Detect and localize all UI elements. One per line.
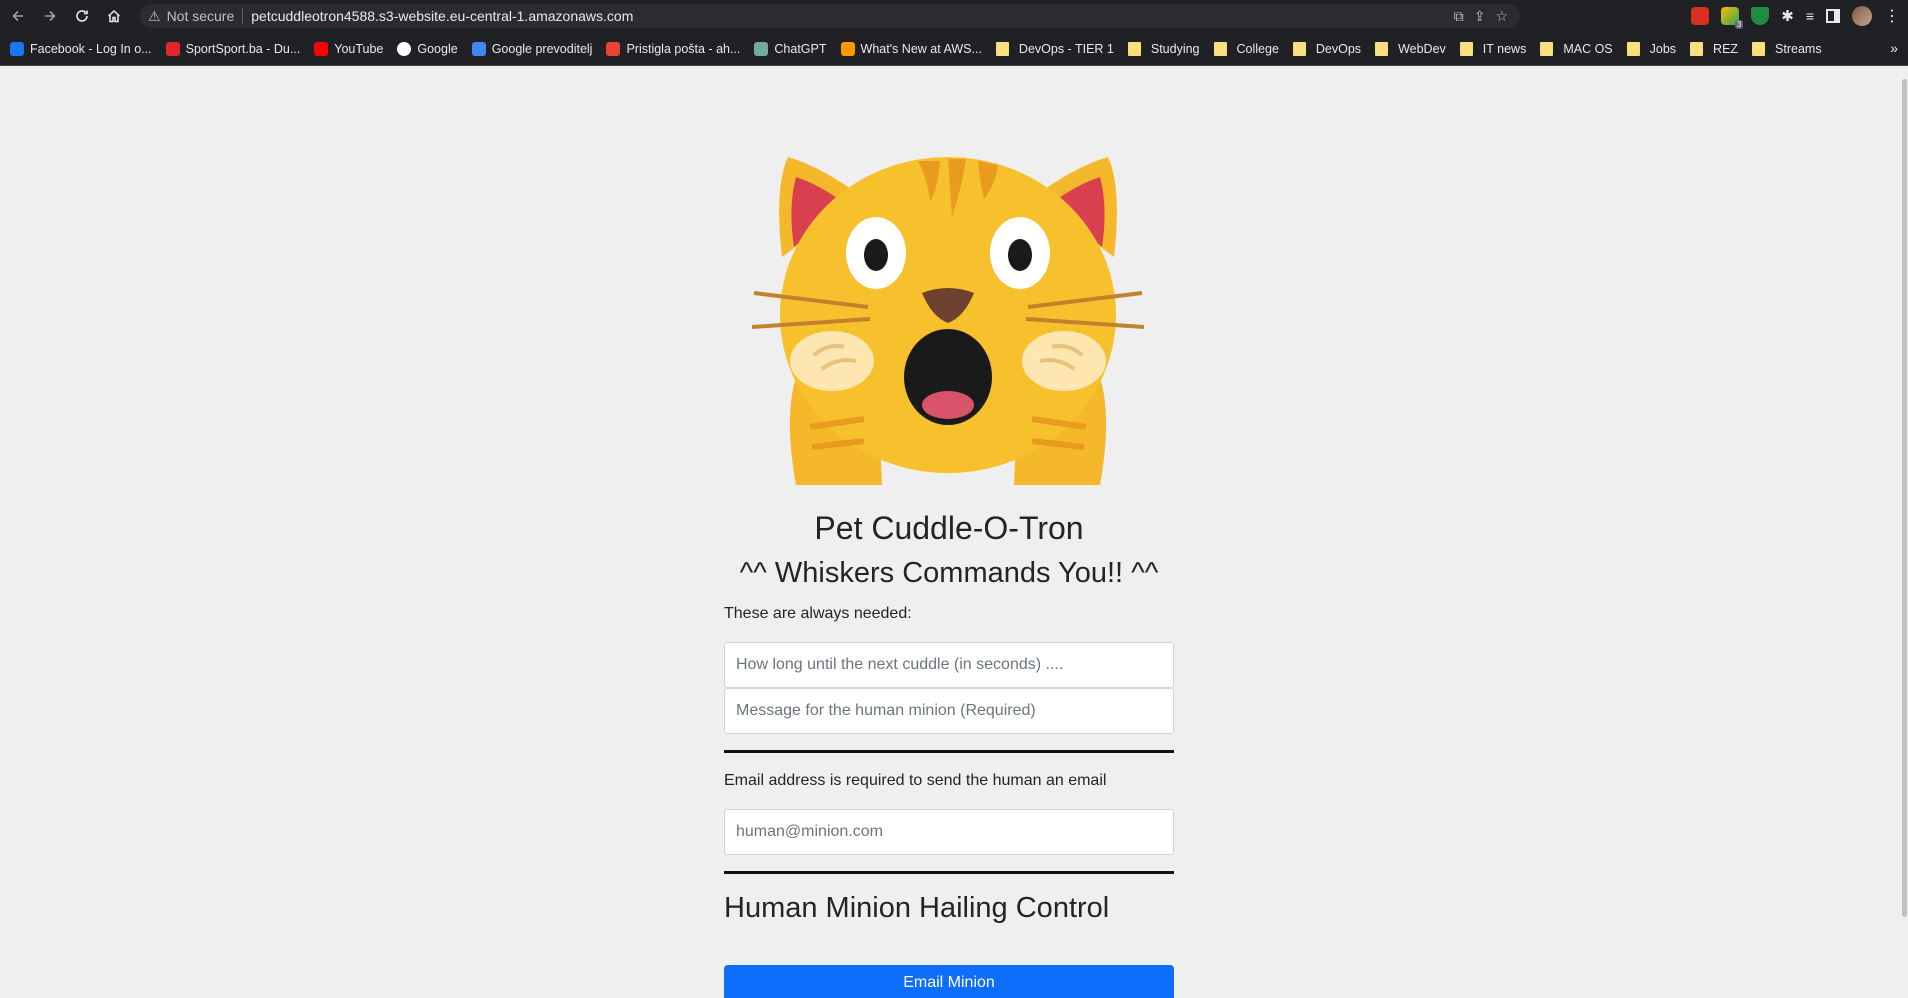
scrollbar-thumb[interactable]: [1902, 79, 1907, 917]
bookmark-item[interactable]: College: [1213, 41, 1279, 56]
bookmark-item[interactable]: Pristigla pošta - ah...: [606, 41, 741, 56]
page-title: Pet Cuddle-O-Tron: [814, 510, 1084, 546]
bookmark-item[interactable]: Studying: [1127, 41, 1200, 56]
bookmark-label: MAC OS: [1563, 41, 1613, 56]
divider: [242, 8, 244, 24]
extensions-puzzle-icon[interactable]: ✱: [1781, 7, 1794, 25]
bookmark-item[interactable]: DevOps - TIER 1: [995, 41, 1114, 56]
sportsport-icon: [165, 41, 180, 56]
cuddle-delay-input[interactable]: [724, 642, 1174, 688]
minion-message-input[interactable]: [724, 688, 1174, 734]
bookmark-label: College: [1236, 41, 1279, 56]
translate-icon: [471, 41, 486, 56]
email-input[interactable]: [724, 809, 1174, 855]
weary-cat-icon: [751, 147, 1145, 485]
bookmark-label: DevOps: [1315, 41, 1362, 56]
bookmark-item[interactable]: Facebook - Log In o...: [10, 41, 152, 56]
folder-icon: [1459, 41, 1473, 56]
email-minion-button[interactable]: Email Minion: [724, 965, 1174, 998]
bookmark-label: Pristigla pošta - ah...: [626, 41, 741, 56]
browser-toolbar: ⚠ Not secure petcuddleotron4588.s3-websi…: [0, 0, 1908, 32]
bookmark-label: Google prevoditelj: [491, 41, 593, 56]
folder-icon: [1690, 41, 1704, 56]
folder-icon: [1752, 41, 1766, 56]
share-icon[interactable]: ⇪: [1474, 8, 1486, 25]
bookmark-item[interactable]: What's New at AWS...: [840, 41, 982, 56]
page-scrollbar[interactable]: [1900, 67, 1908, 998]
warning-icon[interactable]: ⚠: [148, 8, 161, 25]
page-subtitle: ^^ Whiskers Commands You!! ^^: [739, 557, 1159, 589]
divider: [724, 871, 1174, 874]
bookmark-label: What's New at AWS...: [860, 41, 982, 56]
bookmark-label: IT news: [1482, 41, 1527, 56]
profile-avatar[interactable]: [1852, 6, 1872, 26]
bookmark-label: ChatGPT: [774, 41, 827, 56]
folder-icon: [1127, 41, 1141, 56]
home-icon[interactable]: [98, 0, 130, 32]
bookmark-item[interactable]: Streams: [1752, 41, 1822, 56]
folder-icon: [1540, 41, 1554, 56]
forward-icon[interactable]: [34, 0, 66, 32]
translate-icon[interactable]: ⧉: [1454, 8, 1464, 25]
always-needed-label: These are always needed:: [724, 605, 912, 622]
extension-shield-icon[interactable]: [1751, 7, 1770, 25]
folder-icon: [995, 41, 1009, 56]
bookmark-label: Studying: [1150, 41, 1200, 56]
bookmark-label: DevOps - TIER 1: [1018, 41, 1114, 56]
bookmark-item[interactable]: IT news: [1459, 41, 1527, 56]
side-panel-icon[interactable]: [1826, 9, 1840, 23]
bookmark-label: SportSport.ba - Du...: [185, 41, 301, 56]
chatgpt-icon: [754, 41, 769, 56]
bookmark-item[interactable]: DevOps: [1292, 41, 1362, 56]
bookmark-label: Facebook - Log In o...: [30, 41, 152, 56]
bookmark-label: Jobs: [1649, 41, 1677, 56]
url-text[interactable]: petcuddleotron4588.s3-website.eu-central…: [251, 8, 633, 24]
bookmark-item[interactable]: SportSport.ba - Du...: [165, 41, 301, 56]
bookmarks-overflow-icon[interactable]: »: [1890, 40, 1898, 56]
bookmarks-bar: Facebook - Log In o... SportSport.ba - Du…: [0, 32, 1908, 66]
bookmark-item[interactable]: YouTube: [314, 41, 384, 56]
bookmark-item[interactable]: WebDev: [1375, 41, 1446, 56]
reload-icon[interactable]: [66, 0, 98, 32]
menu-icon[interactable]: ⋮: [1884, 6, 1900, 26]
bookmark-item[interactable]: ChatGPT: [754, 41, 827, 56]
omnibox-actions: ⧉ ⇪ ☆: [1454, 8, 1508, 25]
bookmark-item[interactable]: MAC OS: [1540, 41, 1613, 56]
bookmark-label: WebDev: [1398, 41, 1446, 56]
security-label[interactable]: Not secure: [167, 8, 235, 24]
facebook-icon: [10, 41, 24, 56]
youtube-icon: [314, 41, 329, 56]
email-required-label: Email address is required to send the hu…: [724, 772, 1107, 789]
divider: [724, 750, 1174, 753]
bookmark-label: Google: [417, 41, 458, 56]
gmail-icon: [606, 41, 621, 56]
folder-icon: [1626, 41, 1640, 56]
bookmark-item[interactable]: Google prevoditelj: [471, 41, 593, 56]
reading-list-icon[interactable]: ≡: [1806, 8, 1814, 24]
folder-icon: [1213, 41, 1227, 56]
back-icon[interactable]: [2, 0, 34, 32]
bookmark-item[interactable]: Jobs: [1626, 41, 1677, 56]
bookmark-item[interactable]: Google: [397, 41, 458, 56]
aws-icon: [840, 41, 855, 56]
extension-colorful-icon[interactable]: 3: [1721, 7, 1744, 29]
bookmark-label: YouTube: [334, 41, 384, 56]
bookmark-item[interactable]: REZ: [1690, 41, 1739, 56]
control-heading: Human Minion Hailing Control: [724, 892, 1110, 924]
bookmark-label: Streams: [1775, 41, 1822, 56]
folder-icon: [1292, 41, 1306, 56]
bookmark-label: REZ: [1713, 41, 1739, 56]
extensions-area: 3 ✱ ≡ ⋮: [1691, 6, 1900, 29]
address-bar[interactable]: ⚠ Not secure petcuddleotron4588.s3-websi…: [140, 4, 1520, 28]
bookmark-star-icon[interactable]: ☆: [1495, 8, 1508, 25]
extension-badge: 3: [1734, 20, 1744, 29]
folder-icon: [1375, 41, 1389, 56]
extension-red-icon[interactable]: [1691, 7, 1710, 25]
google-icon: [397, 41, 412, 56]
